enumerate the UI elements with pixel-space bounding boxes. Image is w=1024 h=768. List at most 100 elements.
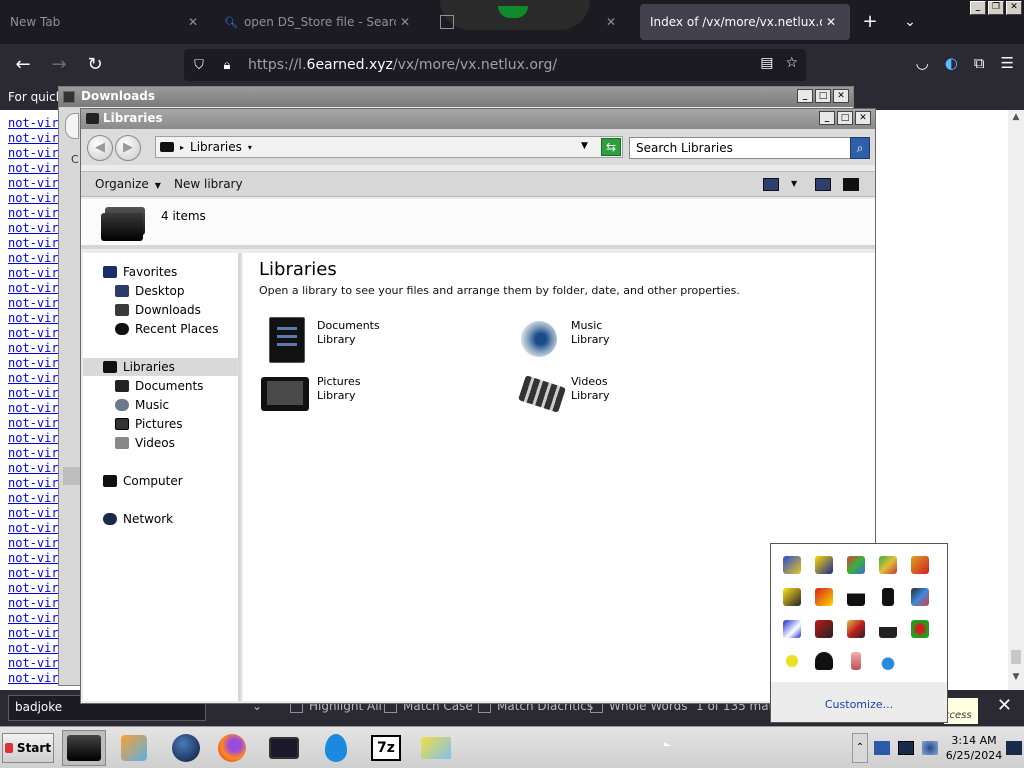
extensions-puzzle-icon[interactable]: ⧉ [974, 54, 985, 72]
tray-app-icon[interactable] [783, 620, 801, 638]
tray-app-icon[interactable] [851, 652, 861, 670]
taskbar-firefox[interactable] [210, 730, 254, 766]
file-link[interactable]: not-vir [8, 461, 59, 476]
tray-app-icon[interactable] [879, 620, 897, 638]
file-link[interactable]: not-vir [8, 596, 59, 611]
taskbar-photo-viewer[interactable] [262, 730, 306, 766]
file-link[interactable]: not-vir [8, 476, 59, 491]
tray-app-icon[interactable] [815, 620, 833, 638]
scroll-down-icon[interactable]: ▼ [1010, 672, 1022, 684]
tab-index-of[interactable]: Index of /vx/more/vx.netlux.org/ ✕ [640, 4, 850, 40]
lock-icon[interactable]: 🔒︎ [216, 58, 238, 73]
system-clock[interactable]: 3:14 AM 6/25/2024 [944, 733, 1004, 763]
minimize-button[interactable]: _ [970, 1, 986, 15]
libraries-window[interactable]: Libraries _ □ ✕ ◀ ▶ ▸ Libraries ▾ ▼ ⇆ Se… [80, 108, 876, 704]
back-icon[interactable]: ◀ [87, 135, 113, 161]
file-link[interactable]: not-vir [8, 566, 59, 581]
tray-app-icon[interactable] [783, 652, 801, 670]
network-tray-icon[interactable] [874, 741, 890, 755]
file-link[interactable]: not-vir [8, 221, 59, 236]
file-link[interactable]: not-vir [8, 491, 59, 506]
forward-icon[interactable]: → [46, 53, 72, 79]
file-link[interactable]: not-vir [8, 296, 59, 311]
file-link[interactable]: not-vir [8, 161, 59, 176]
close-icon[interactable]: ✕ [822, 15, 840, 29]
downloads-title-bar[interactable]: Downloads _ □ ✕ [59, 87, 853, 107]
pocket-icon[interactable]: ◡ [916, 54, 929, 72]
taskbar-water-app[interactable] [314, 730, 358, 766]
file-link[interactable]: not-vir [8, 176, 59, 191]
file-link[interactable]: not-vir [8, 536, 59, 551]
tray-app-icon[interactable] [847, 588, 865, 606]
chevron-down-icon[interactable]: ▾ [248, 143, 252, 152]
breadcrumb-chevron-icon[interactable]: ▸ [180, 143, 184, 152]
file-link[interactable]: not-vir [8, 521, 59, 536]
restore-button[interactable]: ❐ [988, 1, 1004, 15]
tray-app-icon[interactable] [911, 556, 929, 574]
shield-icon[interactable]: ⛉ [188, 58, 210, 73]
reload-icon[interactable]: ↻ [82, 53, 108, 79]
maximize-button[interactable]: □ [815, 89, 831, 103]
file-link[interactable]: not-vir [8, 551, 59, 566]
nav-pictures[interactable]: Pictures [115, 415, 183, 433]
close-button[interactable]: ✕ [1006, 1, 1022, 15]
tray-app-icon[interactable] [783, 588, 801, 606]
scroll-up-icon[interactable]: ▲ [1010, 112, 1022, 124]
minimize-button[interactable]: _ [819, 111, 835, 125]
tab-search[interactable]: 🔍︎ open DS_Store file - Search ✕ [214, 4, 424, 40]
minimize-button[interactable]: _ [797, 89, 813, 103]
file-link[interactable]: not-vir [8, 206, 59, 221]
menu-icon[interactable]: ☰ [1001, 54, 1014, 72]
nav-computer[interactable]: Computer [103, 472, 183, 490]
maximize-button[interactable]: □ [837, 111, 853, 125]
preview-pane-icon[interactable] [815, 178, 831, 191]
tray-app-icon[interactable] [911, 620, 929, 638]
nav-network[interactable]: Network [103, 510, 173, 528]
taskbar-globe[interactable] [164, 730, 208, 766]
file-link[interactable]: not-vir [8, 116, 59, 131]
library-videos[interactable]: Videos Library [518, 371, 609, 415]
file-link[interactable]: not-vir [8, 146, 59, 161]
file-link[interactable]: not-vir [8, 311, 59, 326]
nav-videos[interactable]: Videos [115, 434, 175, 452]
search-input[interactable]: Search Libraries [629, 137, 851, 159]
change-view-icon[interactable] [763, 178, 779, 191]
tray-app-icon[interactable] [783, 556, 801, 574]
file-link[interactable]: not-vir [8, 446, 59, 461]
tray-app-icon[interactable] [847, 556, 865, 574]
file-link[interactable]: not-vir [8, 401, 59, 416]
file-link[interactable]: not-vir [8, 281, 59, 296]
file-link[interactable]: not-vir [8, 251, 59, 266]
action-center-icon[interactable] [1006, 741, 1022, 755]
libraries-title-bar[interactable]: Libraries _ □ ✕ [81, 109, 875, 129]
refresh-button[interactable]: ⇆ [601, 138, 621, 156]
library-pictures[interactable]: Pictures Library [261, 371, 361, 415]
file-link[interactable]: not-vir [8, 416, 59, 431]
search-icon[interactable]: ⌕ [850, 137, 870, 159]
taskbar-folder[interactable] [414, 730, 458, 766]
organize-button[interactable]: Organize ▼ [95, 177, 161, 191]
bookmark-star-icon[interactable]: ☆ [785, 55, 798, 71]
url-bar[interactable]: ⛉ 🔒︎ https://l.6earned.xyz/vx/more/vx.ne… [184, 49, 806, 81]
close-icon[interactable]: ✕ [602, 15, 620, 29]
scroll-thumb[interactable] [1011, 650, 1021, 664]
nav-documents[interactable]: Documents [115, 377, 203, 395]
extension-contrast-icon[interactable]: ◐ [945, 54, 958, 72]
file-link[interactable]: not-vir [8, 326, 59, 341]
file-link[interactable]: not-vir [8, 356, 59, 371]
tray-app-icon[interactable] [815, 556, 833, 574]
file-link[interactable]: not-vir [8, 611, 59, 626]
tray-app-icon[interactable] [815, 652, 833, 670]
tab-new-tab[interactable]: New Tab ✕ [0, 4, 212, 40]
taskbar-explorer[interactable] [62, 730, 106, 766]
nav-downloads[interactable]: Downloads [115, 301, 201, 319]
taskbar-7zip[interactable]: 7z [364, 730, 408, 766]
new-tab-button[interactable]: + [858, 10, 882, 34]
start-button[interactable]: Start [2, 733, 54, 763]
library-music[interactable]: Music Library [519, 315, 609, 359]
file-link[interactable]: not-vir [8, 656, 59, 671]
file-link[interactable]: not-vir [8, 341, 59, 356]
file-link[interactable]: not-vir [8, 131, 59, 146]
file-link[interactable]: not-vir [8, 506, 59, 521]
close-button[interactable]: ✕ [855, 111, 871, 125]
